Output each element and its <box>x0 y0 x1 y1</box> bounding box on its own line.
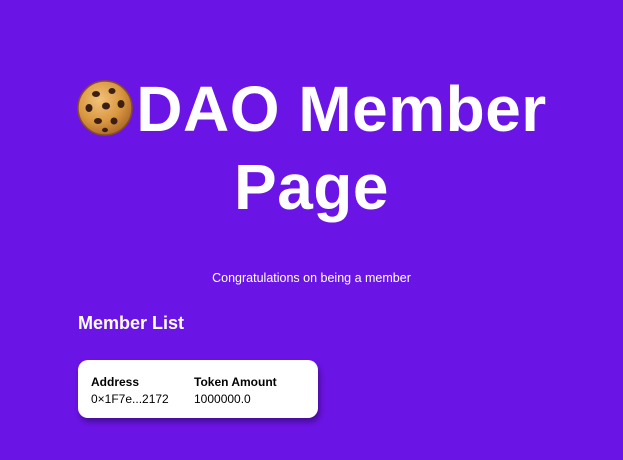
page-title: DAO Member Page <box>0 70 623 226</box>
member-list-heading: Member List <box>78 313 185 333</box>
address-header: Address <box>91 375 140 389</box>
subtitle: Congratulations on being a member <box>212 271 411 285</box>
cookie-icon <box>76 76 134 136</box>
member-table-card: Address 0×1F7e...2172 Token Amount 10000… <box>78 360 318 418</box>
token-amount-cell: 1000000.0 <box>194 392 251 406</box>
token-amount-header: Token Amount <box>194 375 277 389</box>
token-amount-column: Token Amount 1000000.0 <box>194 374 277 407</box>
address-cell: 0×1F7e...2172 <box>91 392 169 406</box>
address-column: Address 0×1F7e...2172 <box>91 374 169 407</box>
page-title-text: DAO Member Page <box>136 73 547 223</box>
